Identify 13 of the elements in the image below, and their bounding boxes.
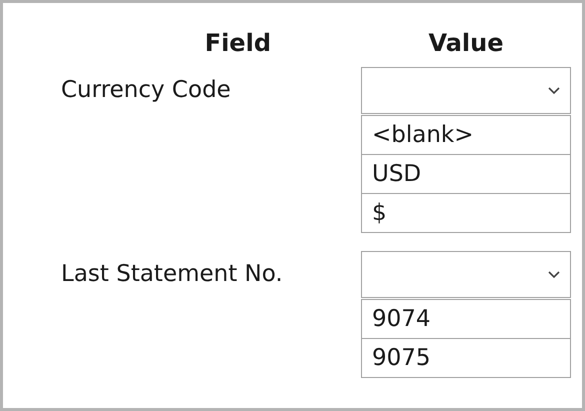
dropdown-option[interactable]: USD (361, 154, 571, 194)
chevron-down-icon (548, 270, 560, 278)
dropdown[interactable] (361, 251, 571, 298)
dropdown-option[interactable]: 9074 (361, 299, 571, 339)
dropdown-option[interactable]: 9075 (361, 338, 571, 378)
column-header: Value (428, 28, 504, 59)
column-header: Field (204, 28, 271, 59)
field-label: Currency Code (61, 76, 232, 105)
field-label: Last Statement No. (61, 260, 284, 289)
dropdown-option[interactable]: $ (361, 193, 571, 233)
chevron-down-icon (548, 86, 560, 94)
dropdown-option[interactable]: <blank> (361, 115, 571, 155)
dropdown[interactable] (361, 67, 571, 114)
